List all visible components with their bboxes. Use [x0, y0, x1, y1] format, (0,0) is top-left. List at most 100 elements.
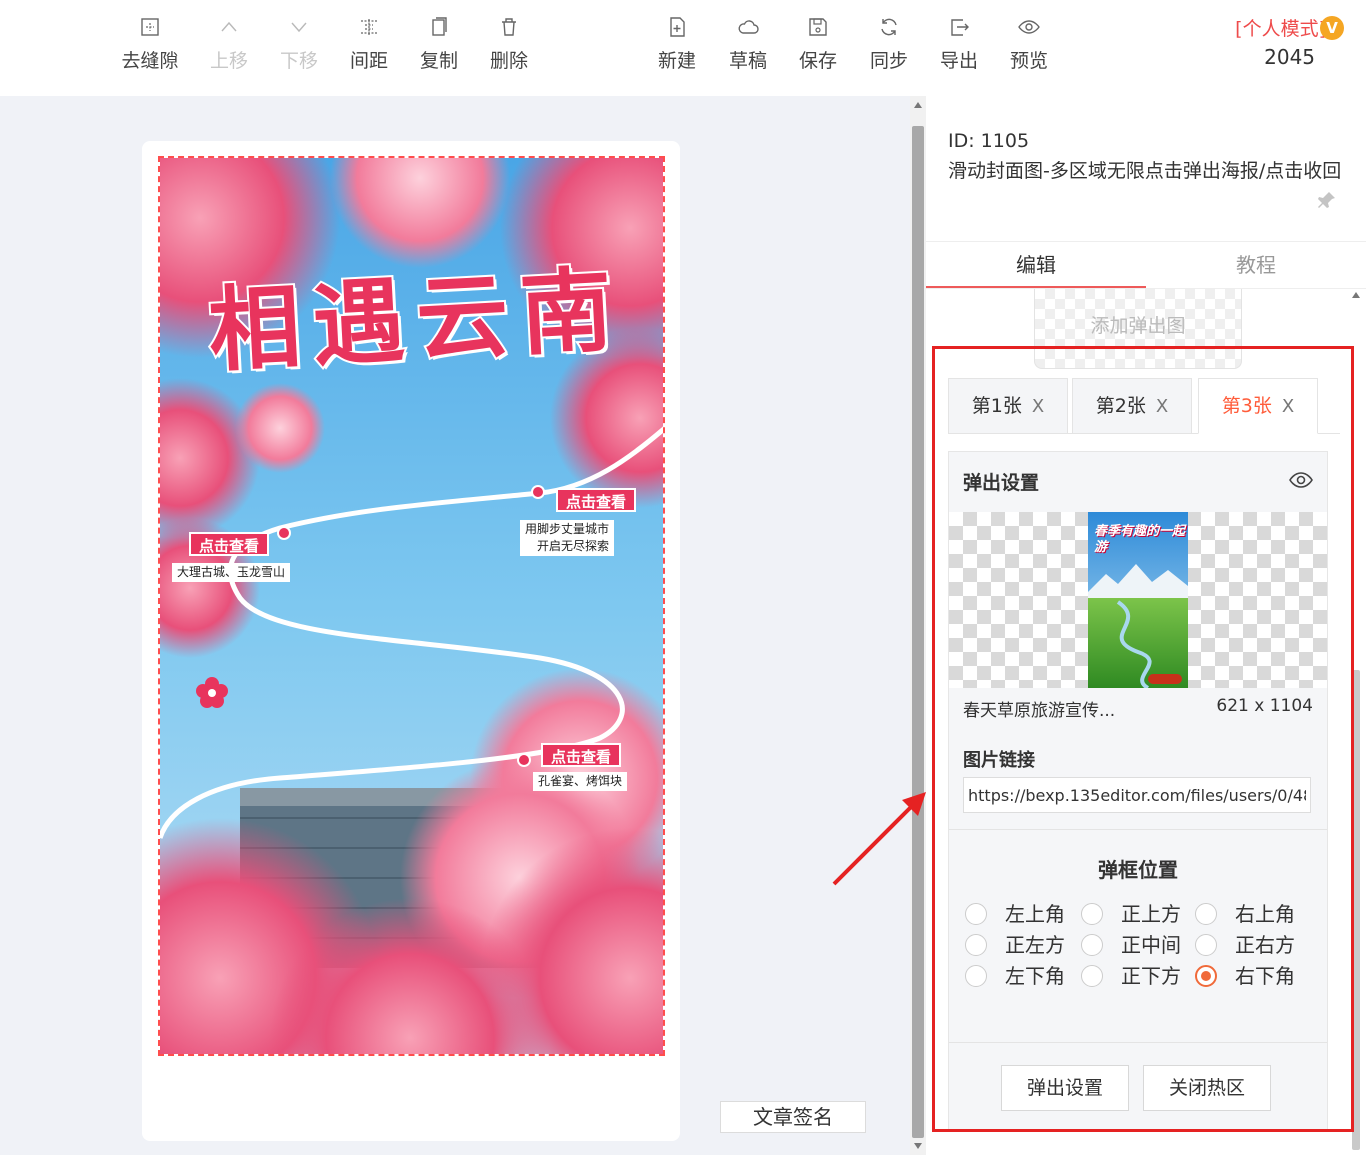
preview-button[interactable]: 预览	[994, 16, 1064, 73]
position-bottom-left[interactable]: 左下角	[965, 962, 1085, 990]
chevron-down-icon	[291, 22, 307, 33]
move-down-button[interactable]: 下移	[264, 16, 334, 73]
save-button[interactable]: 保存	[783, 16, 853, 73]
position-top-right[interactable]: 右上角	[1195, 900, 1315, 928]
export-button[interactable]: 导出	[924, 16, 994, 73]
new-file-icon	[670, 17, 685, 37]
radio-circle[interactable]	[965, 903, 987, 925]
position-row-2: 正左方 正中间 正右方	[965, 931, 1325, 959]
close-icon[interactable]: X	[1282, 396, 1294, 417]
tab-edit[interactable]: 编辑	[926, 242, 1146, 288]
scroll-thumb[interactable]	[912, 126, 924, 1138]
close-icon[interactable]: X	[1156, 396, 1168, 417]
sync-icon	[881, 18, 897, 36]
remove-gap-button[interactable]: 去缝隙	[115, 16, 185, 73]
position-label: 正上方	[1121, 902, 1181, 926]
delete-button[interactable]: 删除	[474, 16, 544, 73]
position-label: 正中间	[1121, 933, 1181, 957]
close-hotspot-button[interactable]: 关闭热区	[1143, 1065, 1271, 1111]
hotspot-dot	[531, 485, 545, 499]
poster-image[interactable]: 相遇云南 点击查看 大理古城、玉龙雪山 点击查看 用脚步丈量城市 开启无尽探索 …	[158, 156, 665, 1056]
radio-circle[interactable]	[965, 934, 987, 956]
position-label: 正左方	[1005, 933, 1065, 957]
move-down-label: 下移	[279, 50, 318, 72]
thumbnail-headline: 春季有趣的一起游	[1094, 524, 1186, 555]
popup-position-title: 弹框位置	[1098, 858, 1178, 882]
remove-gap-label: 去缝隙	[121, 50, 179, 72]
move-up-button[interactable]: 上移	[194, 16, 264, 73]
canvas-scrollbar[interactable]	[910, 96, 926, 1155]
export-icon	[951, 19, 969, 36]
spacing-label: 间距	[349, 50, 388, 72]
hotspot-dot	[517, 753, 531, 767]
radio-circle[interactable]	[1081, 934, 1103, 956]
eye-icon[interactable]	[1289, 468, 1313, 492]
position-top-left[interactable]: 左上角	[965, 900, 1085, 928]
copy-label: 复制	[419, 50, 458, 72]
template-name: 滑动封面图-多区域无限点击弹出海报/点击收回	[948, 160, 1342, 182]
position-bottom-center[interactable]: 正下方	[1081, 962, 1201, 990]
thumbnail-button	[1148, 674, 1182, 684]
panel-scroll-up-icon[interactable]	[1352, 292, 1360, 298]
copy-button[interactable]: 复制	[404, 16, 474, 73]
panel-scroll-thumb[interactable]	[1352, 670, 1360, 1150]
add-popup-image-button[interactable]: 添加弹出图	[1034, 289, 1242, 369]
scroll-up-icon[interactable]	[914, 102, 922, 108]
hotspot-button-2[interactable]: 点击查看	[556, 488, 637, 512]
radio-circle[interactable]	[1195, 934, 1217, 956]
article-card: 相遇云南 点击查看 大理古城、玉龙雪山 点击查看 用脚步丈量城市 开启无尽探索 …	[142, 141, 680, 1141]
preview-label: 预览	[1009, 50, 1048, 72]
hotspot-dot	[277, 526, 291, 540]
position-label: 左上角	[1005, 902, 1065, 926]
draft-button[interactable]: 草稿	[713, 16, 783, 73]
position-bottom-right[interactable]: 右下角	[1195, 962, 1315, 990]
scroll-down-icon[interactable]	[914, 1143, 922, 1149]
image-tab-2[interactable]: 第2张 X	[1072, 378, 1192, 434]
position-label: 左下角	[1005, 964, 1065, 988]
popup-image-preview[interactable]: 春季有趣的一起游	[949, 512, 1327, 688]
radio-circle[interactable]	[1081, 965, 1103, 987]
template-id: ID: 1105	[948, 130, 1030, 152]
editor-toolbar: 去缝隙 上移 下移 间距 复制 删除 新建 草稿 保存 同步 导出 预览 [个人…	[0, 0, 1366, 96]
position-label: 右上角	[1235, 902, 1295, 926]
popup-thumbnail: 春季有趣的一起游	[1088, 512, 1188, 688]
hotspot-caption-2-line1: 用脚步丈量城市	[525, 522, 610, 536]
image-tab-3[interactable]: 第3张 X	[1198, 378, 1318, 434]
panel-tabs: 编辑 教程	[926, 241, 1366, 289]
new-button[interactable]: 新建	[642, 16, 712, 73]
pin-icon[interactable]	[1318, 191, 1336, 209]
popup-settings-button[interactable]: 弹出设置	[1001, 1065, 1129, 1111]
save-label: 保存	[798, 50, 837, 72]
chevron-up-icon	[221, 21, 237, 32]
tab-tutorial[interactable]: 教程	[1146, 242, 1366, 288]
user-count: 2045	[1264, 45, 1316, 69]
position-label: 正右方	[1235, 933, 1295, 957]
hotspot-button-3[interactable]: 点击查看	[541, 743, 622, 767]
canvas-area: 相遇云南 点击查看 大理古城、玉龙雪山 点击查看 用脚步丈量城市 开启无尽探索 …	[0, 96, 910, 1155]
position-middle-left[interactable]: 正左方	[965, 931, 1085, 959]
copy-icon	[432, 17, 447, 36]
position-label: 右下角	[1235, 964, 1295, 988]
position-row-3: 左下角 正下方 右下角	[965, 962, 1325, 990]
position-center[interactable]: 正中间	[1081, 931, 1201, 959]
image-tab-1[interactable]: 第1张 X	[948, 378, 1068, 434]
trash-icon	[502, 18, 516, 36]
radio-circle[interactable]	[965, 965, 987, 987]
user-mode[interactable]: [个人模式]V 2045	[1235, 14, 1344, 69]
image-tab-2-label: 第2张	[1095, 395, 1146, 417]
position-middle-right[interactable]: 正右方	[1195, 931, 1315, 959]
hotspot-button-1[interactable]: 点击查看	[189, 532, 270, 556]
article-signature-button[interactable]: 文章签名	[720, 1101, 866, 1133]
popup-settings: 弹出设置 春季有趣的一起游 春天草原旅游宣传... 621 x 1104 图片链…	[948, 451, 1328, 1131]
file-info: 春天草原旅游宣传... 621 x 1104	[963, 696, 1313, 721]
close-icon[interactable]: X	[1032, 396, 1044, 417]
radio-circle-selected[interactable]	[1195, 965, 1217, 987]
move-up-label: 上移	[209, 50, 248, 72]
position-label: 正下方	[1121, 964, 1181, 988]
image-link-input[interactable]	[963, 777, 1311, 813]
position-top-center[interactable]: 正上方	[1081, 900, 1201, 928]
spacing-button[interactable]: 间距	[334, 16, 404, 73]
radio-circle[interactable]	[1081, 903, 1103, 925]
sync-button[interactable]: 同步	[854, 16, 924, 73]
radio-circle[interactable]	[1195, 903, 1217, 925]
